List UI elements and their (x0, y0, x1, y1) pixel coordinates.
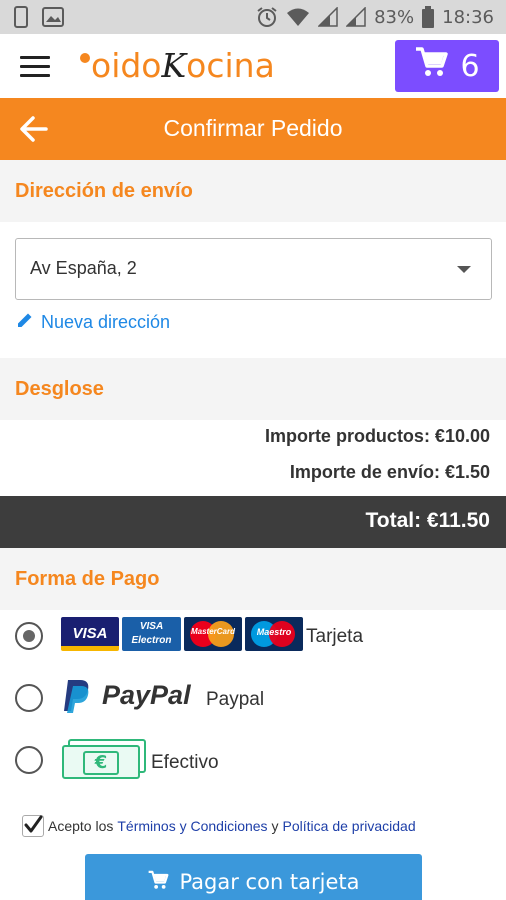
pencil-icon (16, 311, 34, 334)
terms-prefix: Acepto los (48, 818, 114, 834)
cart-icon (414, 46, 449, 86)
card-label: Tarjeta (306, 626, 364, 647)
clock-time: 18:36 (442, 6, 494, 28)
paypal-label: Paypal (206, 689, 265, 710)
payment-heading: Forma de Pago (0, 548, 506, 610)
page-title: Confirmar Pedido (163, 115, 343, 141)
new-address-link[interactable]: Nueva dirección (16, 311, 170, 334)
payment-option-card[interactable]: VISA VISA Electron MasterCard Maestro Ta… (0, 608, 506, 664)
cart-count: 6 (460, 48, 480, 84)
status-bar: 83% 18:36 (0, 0, 506, 34)
shipping-amount: Importe de envío: €1.50 (289, 462, 490, 482)
products-amount: Importe productos: €10.00 (264, 426, 490, 446)
pay-button[interactable]: Pagar con tarjeta (85, 854, 422, 900)
radio-card[interactable] (15, 622, 43, 650)
cart-button[interactable]: 6 (395, 40, 499, 92)
terms-link[interactable]: Términos y Condiciones (117, 818, 267, 834)
terms-checkbox[interactable] (22, 815, 44, 837)
image-icon (42, 6, 64, 28)
battery-icon (422, 6, 435, 28)
maestro-logo: Maestro (245, 617, 303, 651)
cart-icon (147, 870, 169, 895)
terms-conjunction: y (271, 818, 279, 834)
mastercard-logo: MasterCard (184, 617, 242, 651)
dropdown-caret-icon (457, 266, 471, 273)
signal-icon (318, 7, 338, 27)
visa-electron-logo: VISA Electron (122, 617, 181, 651)
battery-percent: 83% (374, 6, 415, 28)
breakdown-heading: Desglose (0, 358, 506, 420)
card-brand-logos: VISA VISA Electron MasterCard Maestro (61, 617, 303, 653)
privacy-link[interactable]: Política de privacidad (283, 818, 416, 834)
wifi-icon (286, 7, 310, 27)
pay-button-label: Pagar con tarjeta (179, 870, 360, 894)
total-amount: Total: €11.50 (365, 509, 490, 532)
new-address-label: Nueva dirección (41, 312, 171, 332)
signal-icon-2 (346, 7, 366, 27)
payment-option-paypal[interactable]: PayPal Paypal (0, 670, 506, 726)
cash-label: Efectivo (151, 752, 219, 773)
app-bar: oidoKocina 6 (0, 34, 506, 98)
phone-icon (14, 6, 28, 28)
address-select[interactable]: Av España, 2 (15, 238, 492, 300)
page-toolbar: Confirmar Pedido (0, 98, 506, 160)
alarm-icon (256, 6, 278, 28)
shipping-heading: Dirección de envío (0, 160, 506, 222)
terms-row: Acepto los Términos y Condiciones y Polí… (22, 815, 416, 837)
radio-cash[interactable] (15, 746, 43, 774)
radio-paypal[interactable] (15, 684, 43, 712)
menu-icon[interactable] (20, 56, 50, 78)
app-logo: oidoKocina (80, 46, 275, 85)
cash-icon: € (62, 739, 146, 779)
visa-logo: VISA (61, 617, 119, 651)
payment-option-cash[interactable]: € Efectivo (0, 732, 506, 788)
selected-address: Av España, 2 (30, 258, 137, 278)
paypal-logo: PayPal (62, 678, 202, 714)
total-bar: Total: €11.50 (0, 496, 506, 548)
